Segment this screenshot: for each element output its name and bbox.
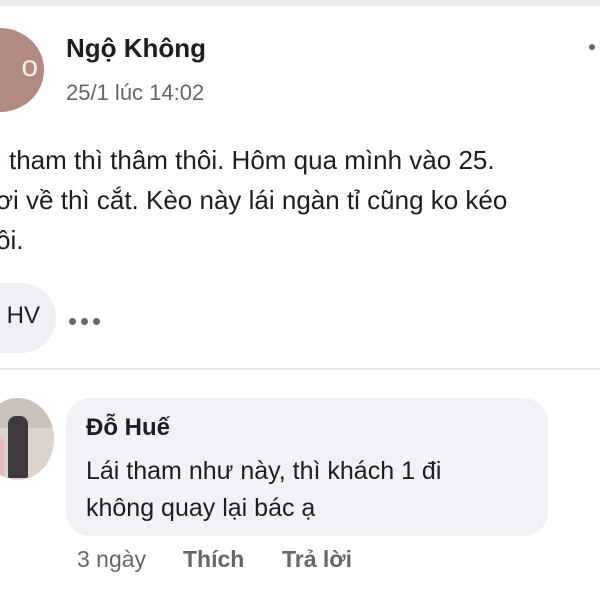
commenter-avatar[interactable] xyxy=(0,398,54,480)
section-divider xyxy=(0,368,600,370)
comment-text: Lái tham như này, thì khách 1 đi không q… xyxy=(86,453,441,527)
comment-author-name[interactable]: Đỗ Huế xyxy=(86,414,170,442)
comment-text-line: không quay lại bác ạ xyxy=(86,494,316,522)
post-body-line: ồi. xyxy=(0,225,24,255)
comment-time[interactable]: 3 ngày xyxy=(77,546,146,573)
comment-bubble: Đỗ Huế Lái tham như này, thì khách 1 đi … xyxy=(66,398,548,536)
post-body-line: ơi về thì cắt. Kèo này lái ngàn tỉ cũng … xyxy=(0,185,508,215)
post-body-line: i tham thì thâm thôi. Hôm qua mình vào 2… xyxy=(0,145,495,175)
reply-button[interactable]: Trả lời xyxy=(282,546,352,573)
like-button[interactable]: Thích xyxy=(183,546,244,573)
author-avatar[interactable]: o xyxy=(0,28,44,112)
post-body: i tham thì thâm thôi. Hôm qua mình vào 2… xyxy=(0,140,600,260)
post-options-icon[interactable] xyxy=(589,44,595,50)
post-author-name[interactable]: Ngộ Không xyxy=(66,33,206,64)
post-timestamp[interactable]: 25/1 lúc 14:02 xyxy=(66,80,204,106)
dot xyxy=(69,318,76,325)
avatar-figure xyxy=(0,436,4,480)
avatar-initial: o xyxy=(21,50,38,83)
comment-text-line: Lái tham như này, thì khách 1 đi xyxy=(86,457,442,485)
avatar-figure xyxy=(8,416,28,478)
facebook-post-screenshot: o Ngộ Không 25/1 lúc 14:02 i tham thì th… xyxy=(0,0,600,600)
reaction-label: HV xyxy=(6,302,40,329)
dot xyxy=(93,318,100,325)
top-divider xyxy=(0,0,600,6)
more-options-icon[interactable] xyxy=(69,312,109,325)
reaction-pill[interactable]: HV xyxy=(0,283,56,353)
dot xyxy=(81,318,88,325)
